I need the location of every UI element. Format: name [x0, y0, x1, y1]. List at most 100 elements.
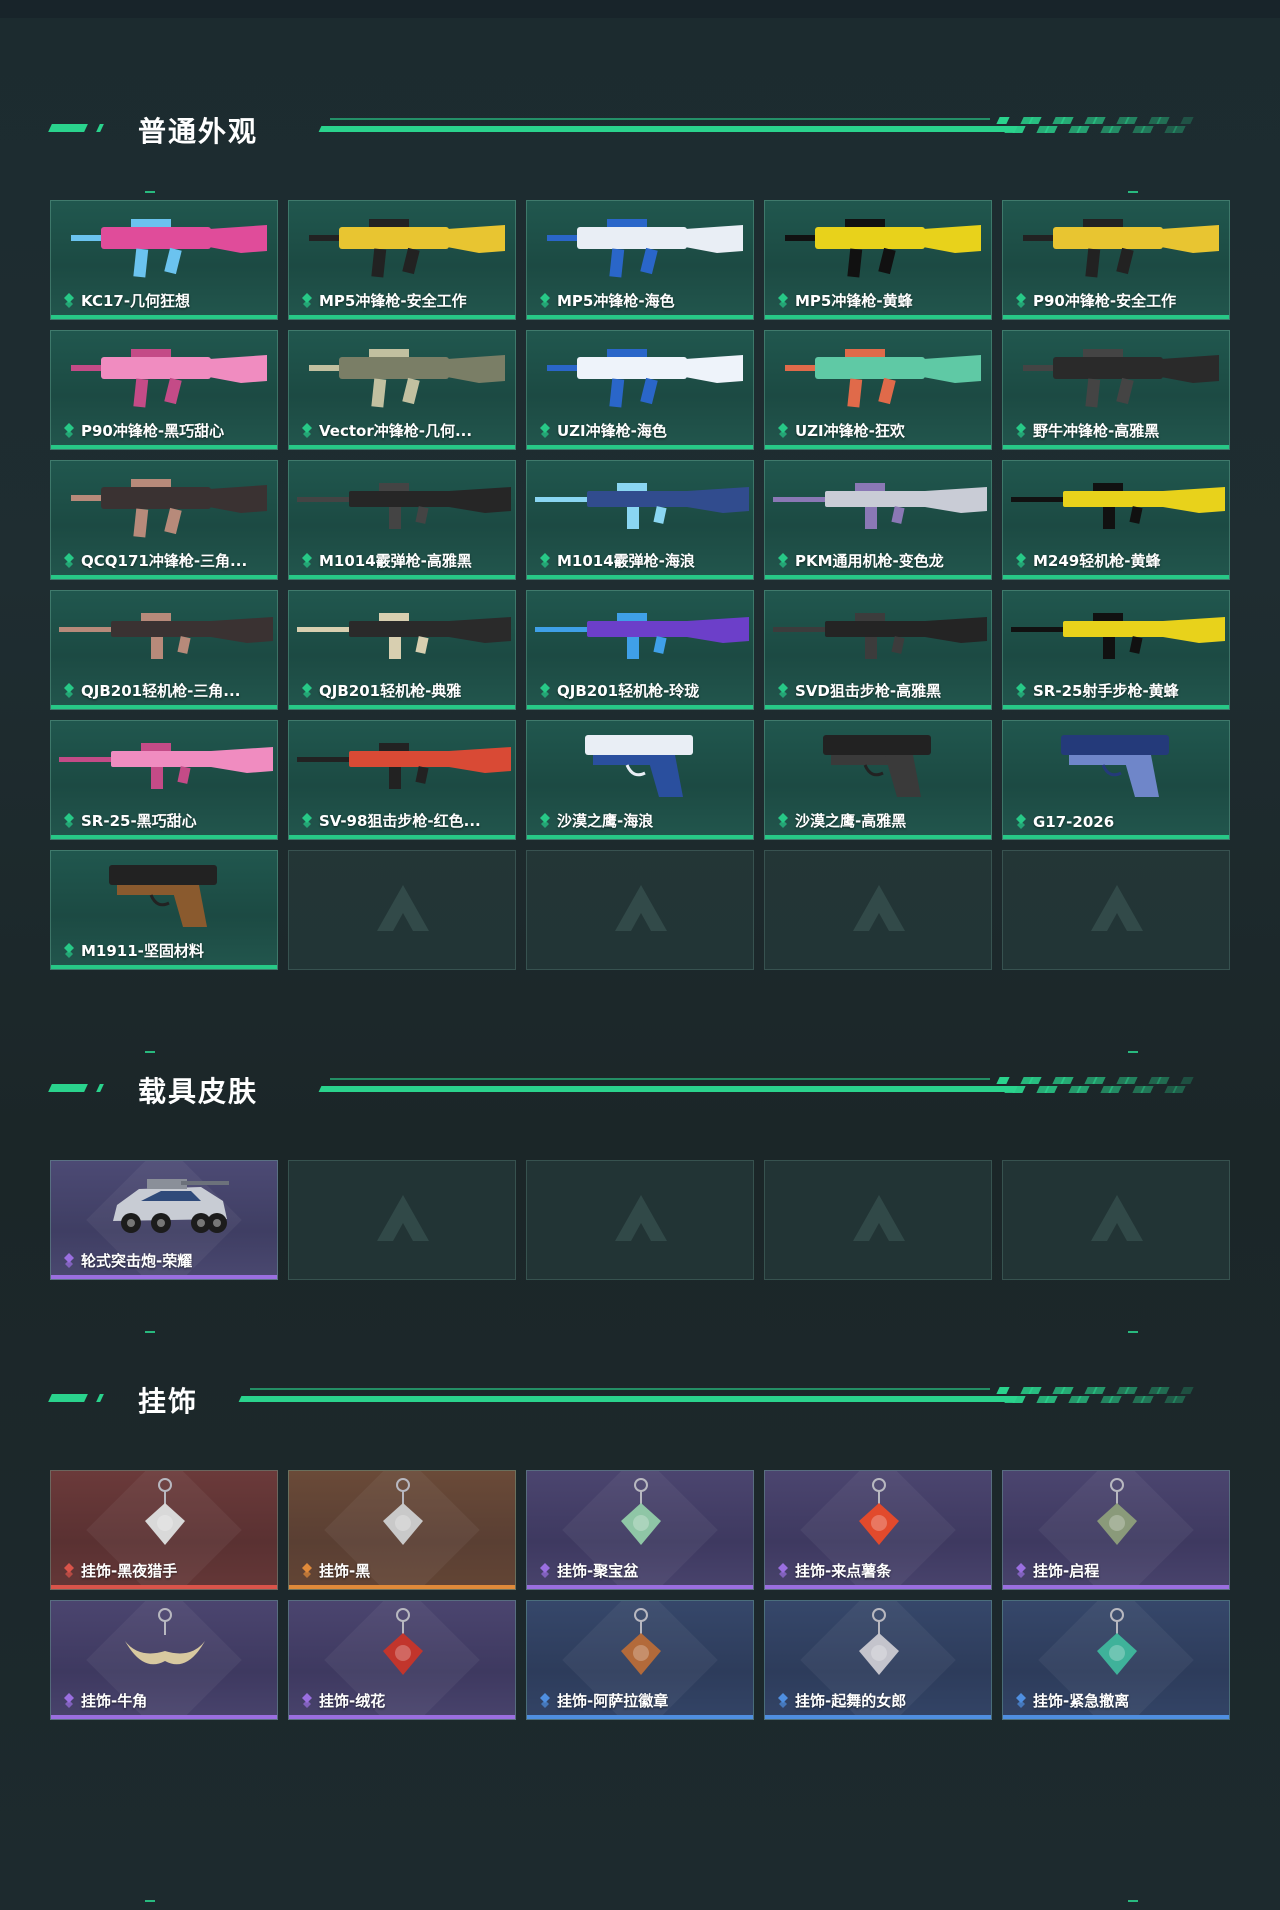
item-card[interactable]: 挂饰-阿萨拉徽章: [526, 1600, 754, 1720]
item-card[interactable]: 挂饰-来点薯条: [764, 1470, 992, 1590]
rarity-diamond-icon: [302, 422, 312, 438]
item-card[interactable]: 挂饰-绒花: [288, 1600, 516, 1720]
item-card[interactable]: Vector冲锋枪-几何...: [288, 330, 516, 450]
rarity-diamond-icon: [64, 1562, 74, 1578]
item-card[interactable]: PKM通用机枪-变色龙: [764, 460, 992, 580]
weapon-image: [71, 349, 267, 408]
header-accent: [96, 1394, 104, 1402]
item-card[interactable]: MP5冲锋枪-安全工作: [288, 200, 516, 320]
item-card[interactable]: UZI冲锋枪-狂欢: [764, 330, 992, 450]
item-label-row: MP5冲锋枪-黄蜂: [777, 290, 913, 311]
item-card[interactable]: SR-25射手步枪-黄蜂: [1002, 590, 1230, 710]
item-name: 挂饰-阿萨拉徽章: [557, 1692, 669, 1710]
item-card[interactable]: P90冲锋枪-安全工作: [1002, 200, 1230, 320]
item-name: UZI冲锋枪-海色: [557, 422, 667, 440]
item-card[interactable]: 挂饰-紧急撤离: [1002, 1600, 1230, 1720]
item-card[interactable]: G17-2026: [1002, 720, 1230, 840]
corner-mark: [1128, 1900, 1138, 1902]
item-card[interactable]: P90冲锋枪-黑巧甜心: [50, 330, 278, 450]
corner-mark: [1128, 191, 1138, 193]
item-card[interactable]: SVD狙击步枪-高雅黑: [764, 590, 992, 710]
rarity-diamond-icon: [778, 292, 788, 308]
item-card[interactable]: QJB201轻机枪-典雅: [288, 590, 516, 710]
item-card[interactable]: M1911-坚固材料: [50, 850, 278, 970]
item-card[interactable]: 轮式突击炮-荣耀: [50, 1160, 278, 1280]
item-label-row: 挂饰-来点薯条: [777, 1560, 891, 1581]
item-card[interactable]: 挂饰-黑: [288, 1470, 516, 1590]
item-card[interactable]: 挂饰-牛角: [50, 1600, 278, 1720]
rarity-diamond-icon: [778, 422, 788, 438]
item-card[interactable]: 挂饰-黑夜猎手: [50, 1470, 278, 1590]
checker-square: [1060, 1077, 1074, 1084]
section-vehicles: 载具皮肤: [0, 1060, 1280, 1120]
rarity-diamond-icon: [778, 552, 788, 568]
item-name: 挂饰-启程: [1033, 1562, 1100, 1580]
weapon-image: [535, 613, 749, 659]
item-card[interactable]: 沙漠之鹰-海浪: [526, 720, 754, 840]
weapon-image: [1023, 349, 1219, 408]
rarity-diamond-icon: [64, 292, 74, 308]
rarity-diamond-icon: [64, 942, 74, 958]
header-thin-line: [330, 1078, 990, 1080]
item-card[interactable]: 挂饰-启程: [1002, 1470, 1230, 1590]
rarity-diamond-icon: [1016, 814, 1026, 829]
rarity-diamond-icon: [540, 552, 550, 568]
item-card[interactable]: MP5冲锋枪-海色: [526, 200, 754, 320]
item-label-row: 沙漠之鹰-海浪: [539, 810, 653, 831]
item-card[interactable]: SV-98狙击步枪-红色...: [288, 720, 516, 840]
item-card[interactable]: QJB201轻机枪-三角...: [50, 590, 278, 710]
item-label-row: M1014霰弹枪-高雅黑: [301, 550, 472, 571]
item-card[interactable]: UZI冲锋枪-海色: [526, 330, 754, 450]
item-card[interactable]: QJB201轻机枪-玲珑: [526, 590, 754, 710]
weapon-image: [773, 613, 987, 659]
item-card[interactable]: 沙漠之鹰-高雅黑: [764, 720, 992, 840]
item-card[interactable]: M1014霰弹枪-海浪: [526, 460, 754, 580]
weapon-image: [309, 219, 505, 278]
item-card[interactable]: 野牛冲锋枪-高雅黑: [1002, 330, 1230, 450]
header-checker-pattern: [996, 1387, 1198, 1405]
header-line: [238, 1396, 1018, 1402]
rarity-diamond-icon: [540, 812, 550, 828]
checker-square: [1140, 1086, 1154, 1093]
item-name: SV-98狙击步枪-红色...: [319, 812, 481, 830]
header-accent: [96, 1084, 104, 1092]
weapon-image: [309, 349, 505, 408]
pendant-image: [383, 1478, 423, 1545]
item-name: PKM通用机枪-变色龙: [795, 552, 944, 570]
item-name: 挂饰-起舞的女郎: [795, 1692, 907, 1710]
rarity-diamond-icon: [302, 292, 312, 308]
rarity-diamond-icon: [1016, 552, 1026, 568]
triangle-logo-icon: [853, 1195, 905, 1241]
section-pendants: 挂饰: [0, 1370, 1280, 1430]
item-card[interactable]: M1014霰弹枪-高雅黑: [288, 460, 516, 580]
rarity-diamond-icon: [778, 1692, 788, 1708]
weapon-image: [547, 349, 743, 408]
item-name: P90冲锋枪-安全工作: [1033, 292, 1177, 310]
pendant-image: [145, 1478, 185, 1545]
checker-square: [1092, 1077, 1106, 1084]
checker-square: [1028, 1387, 1042, 1394]
checker-square: [1124, 1387, 1138, 1394]
rarity-diamond-icon: [64, 1692, 74, 1708]
weapon-image: [785, 349, 981, 408]
weapon-image: [785, 219, 981, 278]
item-name: 沙漠之鹰-高雅黑: [795, 812, 907, 830]
item-card[interactable]: SR-25-黑巧甜心: [50, 720, 278, 840]
empty-slot: [764, 850, 992, 970]
item-card[interactable]: QCQ171冲锋枪-三角...: [50, 460, 278, 580]
checker-square: [996, 1077, 1010, 1084]
empty-slot: [526, 850, 754, 970]
item-label-row: UZI冲锋枪-海色: [539, 420, 667, 441]
item-name: 挂饰-聚宝盆: [557, 1562, 639, 1580]
item-card[interactable]: M249轻机枪-黄蜂: [1002, 460, 1230, 580]
item-card[interactable]: 挂饰-聚宝盆: [526, 1470, 754, 1590]
item-card[interactable]: MP5冲锋枪-黄蜂: [764, 200, 992, 320]
item-name: UZI冲锋枪-狂欢: [795, 422, 905, 440]
weapon-image: [585, 735, 693, 797]
item-card[interactable]: 挂饰-起舞的女郎: [764, 1600, 992, 1720]
pendants-grid: 挂饰-黑夜猎手 挂饰-黑 挂饰-聚宝盆 挂饰-来点薯条 挂饰-启程 挂饰-牛角 挂饰-绒花 挂…: [50, 1470, 1230, 1720]
checker-square: [1044, 1396, 1058, 1403]
item-label-row: SR-25-黑巧甜心: [63, 810, 197, 831]
item-card[interactable]: KC17-几何狂想: [50, 200, 278, 320]
checker-square: [1124, 1077, 1138, 1084]
